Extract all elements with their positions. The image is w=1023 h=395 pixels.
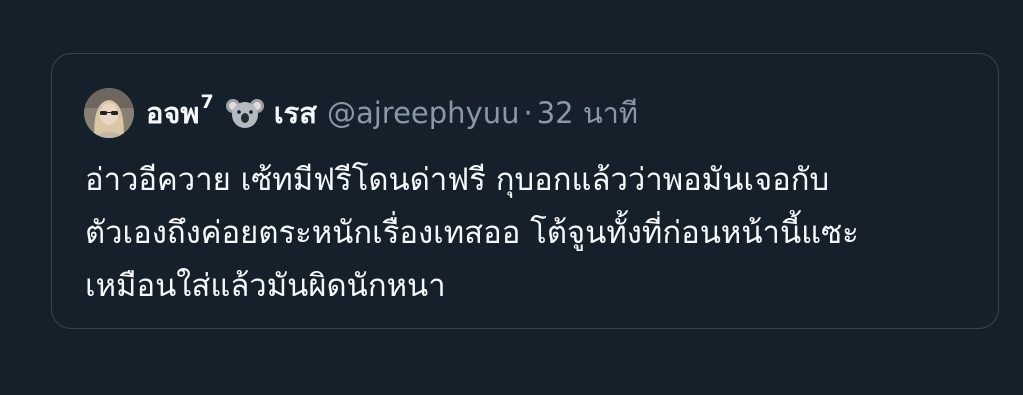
koala-icon xyxy=(225,96,264,130)
user-handle[interactable]: @ajreephyuu xyxy=(327,96,520,130)
tweet-header: อจพ 7 เรส @ajreephyuu · 32 นาที xyxy=(84,86,638,140)
quoted-tweet-card[interactable]: อจพ 7 เรส @ajreephyuu · 32 นาที อ่าวอีควา… xyxy=(51,53,999,329)
display-name[interactable]: อจพ 7 เรส xyxy=(146,90,317,136)
display-name-superscript: 7 xyxy=(200,91,214,113)
avatar[interactable] xyxy=(84,88,134,138)
separator-dot: · xyxy=(523,96,533,130)
timestamp[interactable]: 32 นาที xyxy=(537,90,638,136)
tweet-text: อ่าวอีควาย เซ้ทมีฟรีโดนด่าฟรี กุบอกแล้วว… xyxy=(85,162,859,304)
display-name-suffix: เรส xyxy=(273,96,317,130)
display-name-text: อจพ xyxy=(146,96,200,130)
